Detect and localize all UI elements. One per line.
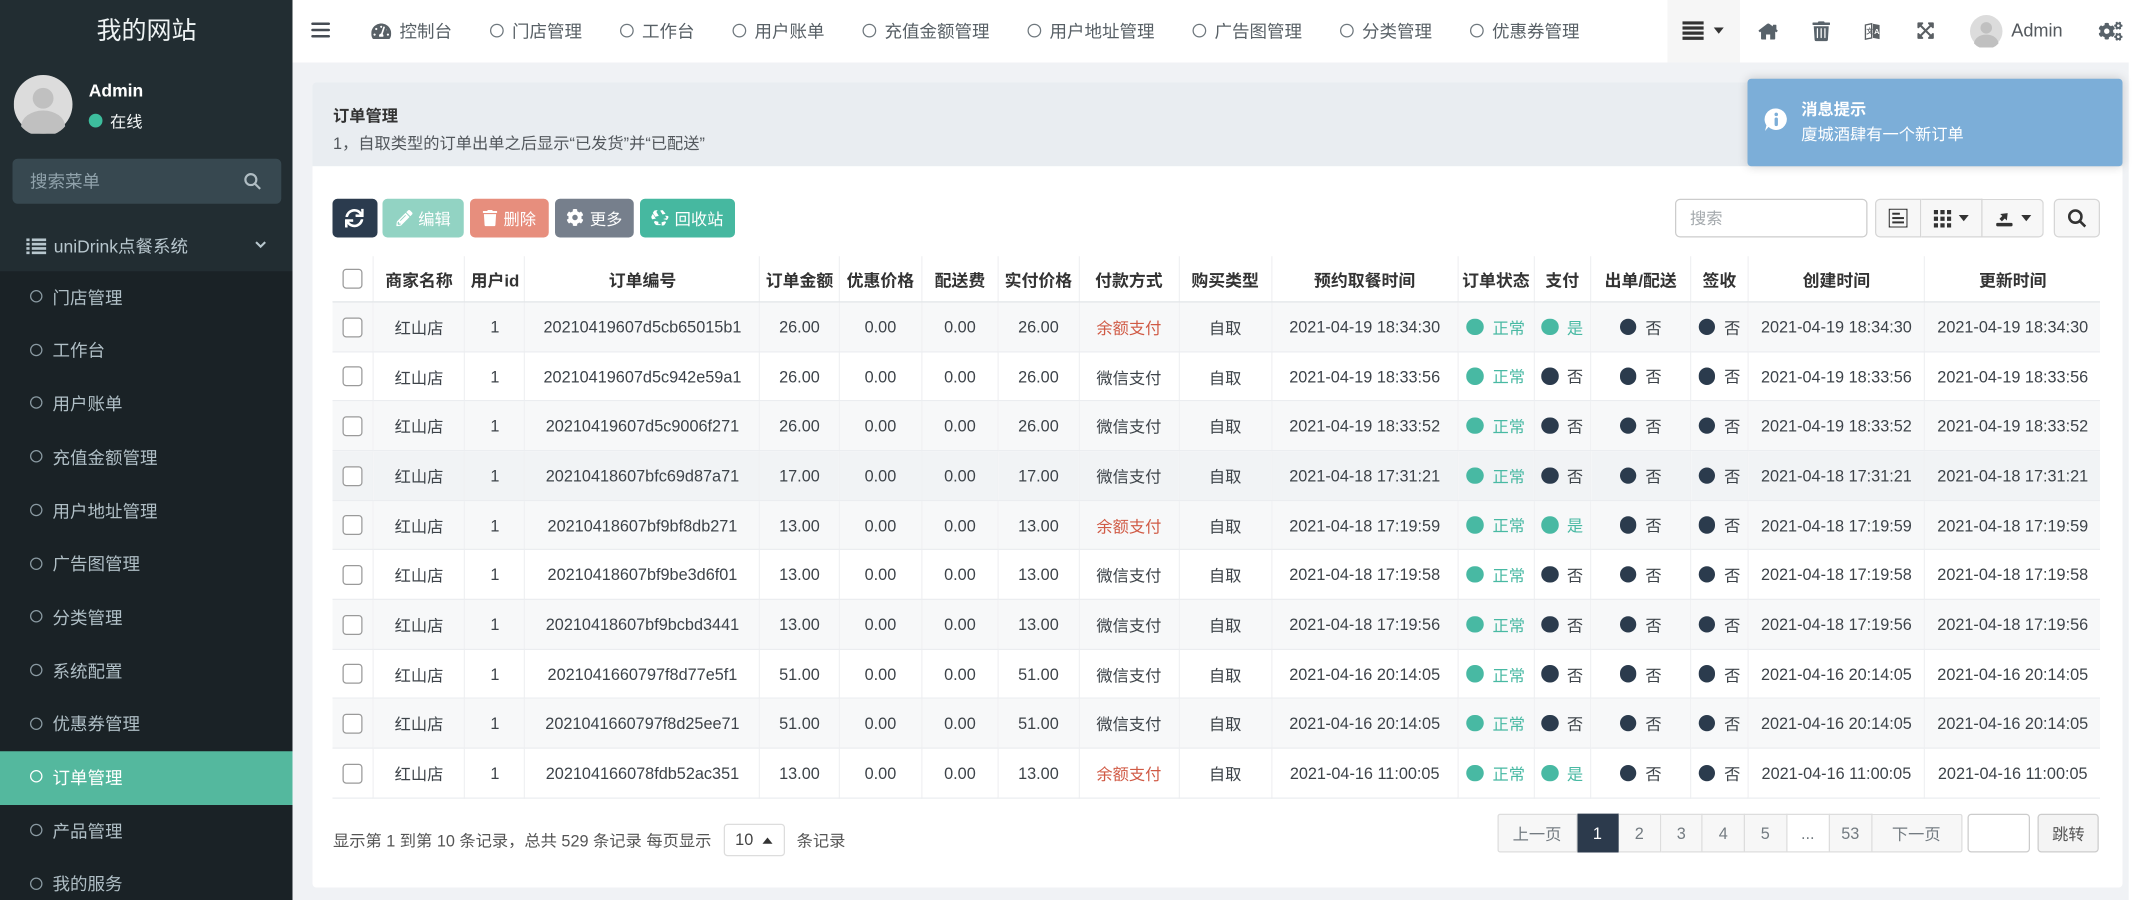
svg-text:文: 文 <box>1867 26 1874 35</box>
svg-text:A: A <box>1875 26 1881 35</box>
